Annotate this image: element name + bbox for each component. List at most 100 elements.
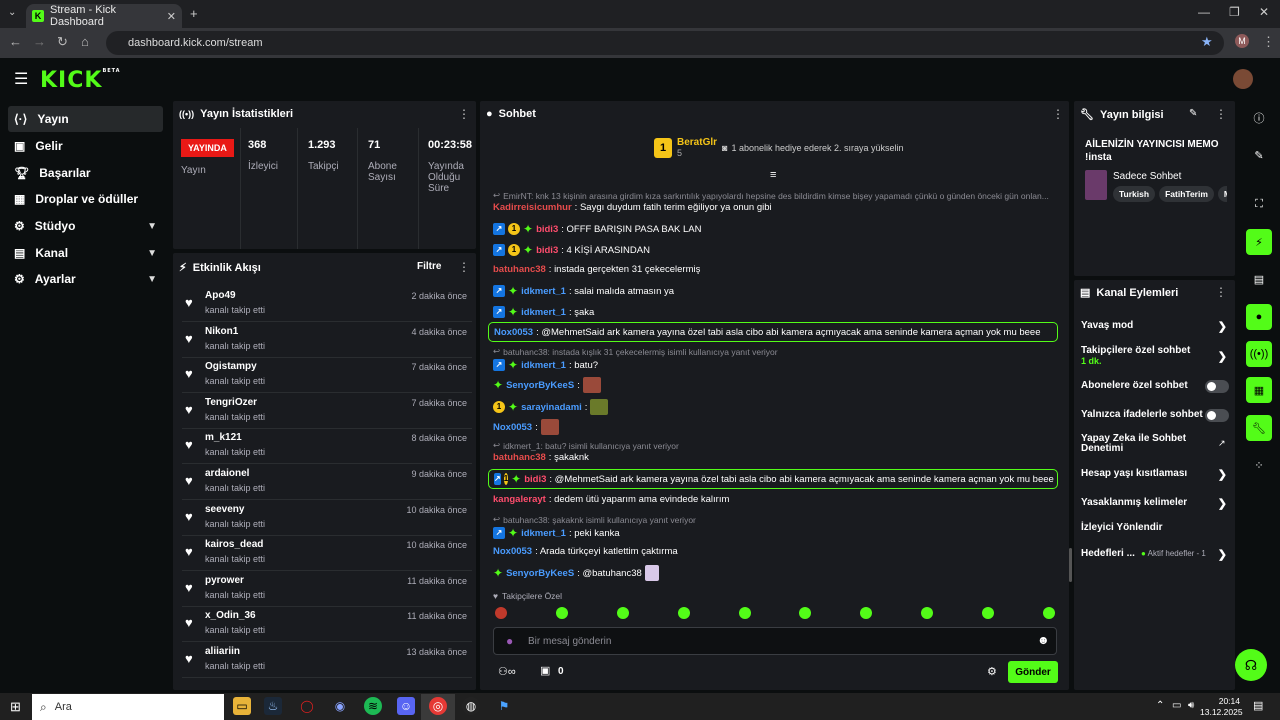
event-username[interactable]: ardaionel (205, 468, 249, 479)
subs-chat-action[interactable]: Abonelere özel sohbet (1081, 380, 1229, 393)
chat-username[interactable]: bidi3 (536, 224, 558, 235)
edit-icon[interactable]: ✎ (1241, 142, 1277, 168)
chat-username[interactable]: Nox0053 (493, 546, 532, 557)
activity-event[interactable]: ♥ x_Odin_36 kanalı takip etti 11 dakika önc… (182, 607, 472, 643)
activity-event[interactable]: ♥ TengriOzer kanalı takip etti 7 dakika önc… (182, 394, 472, 429)
event-username[interactable]: TengriOzer (205, 397, 257, 408)
emote-icon[interactable] (677, 607, 690, 619)
event-username[interactable]: Apo49 (205, 290, 236, 301)
minimize-icon[interactable]: — (1198, 5, 1210, 19)
share-icon[interactable]: ⁘ (1241, 452, 1277, 478)
viewer-redirect-action[interactable]: İzleyici Yönlendir (1081, 522, 1229, 533)
mic-icon[interactable]: ● (506, 634, 513, 648)
filter-button[interactable]: Filtre (417, 261, 441, 272)
emote-icon[interactable] (495, 607, 507, 619)
emote-icon[interactable] (555, 607, 568, 619)
chat-username[interactable]: SenyorByKeeS (506, 380, 574, 391)
info-icon[interactable]: ⓘ (1241, 105, 1277, 131)
chat-username[interactable]: idkmert_1 (521, 307, 566, 318)
opera-icon[interactable]: ◯ (298, 697, 316, 715)
nav-revenue[interactable]: ▣ Gelir (8, 133, 163, 159)
chat-username[interactable]: idkmert_1 (521, 528, 566, 539)
tab-search-icon[interactable]: ⌄ (8, 7, 16, 18)
stats-menu-icon[interactable]: ⋮ (458, 107, 470, 121)
nav-settings[interactable]: ⚙ Ayarlar ▼ (8, 266, 163, 292)
nav-drops[interactable]: ▦ Droplar ve ödüller (8, 186, 163, 212)
url-field[interactable]: dashboard.kick.com/stream (106, 31, 1224, 55)
user-avatar[interactable] (1233, 69, 1253, 89)
chat-username[interactable]: bidi3 (536, 245, 558, 256)
kick-logo[interactable]: KICKBETA (40, 68, 121, 93)
chat-rail-icon[interactable]: ● (1246, 304, 1272, 330)
app-icon[interactable]: ◉ (331, 697, 349, 715)
close-tab-icon[interactable]: ✕ (167, 10, 176, 23)
chrome-icon[interactable]: ◎ (429, 697, 447, 715)
back-icon[interactable]: ← (9, 34, 22, 49)
slow-mode-action[interactable]: Yavaş mod ❯ (1081, 320, 1229, 333)
close-window-icon[interactable]: ✕ (1259, 5, 1269, 19)
activity-event[interactable]: ♥ kairos_dead kanalı takip etti 10 dakika ö… (182, 536, 472, 572)
taskbar-search[interactable]: ⌕ Ara (32, 694, 224, 720)
volume-icon[interactable]: 🔊︎ (1188, 700, 1194, 711)
send-button[interactable]: Gönder (1008, 661, 1058, 683)
browser-tab[interactable]: K Stream - Kick Dashboard ✕ (26, 4, 182, 28)
emote-chat-action[interactable]: Yalnızca ifadelerle sohbet (1081, 409, 1229, 422)
emote-icon[interactable] (738, 607, 751, 619)
emote-icon[interactable] (921, 607, 934, 619)
edit-pencil-icon[interactable]: ✎ (1189, 108, 1197, 119)
spotify-icon[interactable]: ≋ (364, 697, 382, 715)
broadcast-rail-icon[interactable]: ((•)) (1246, 341, 1272, 367)
activity-event[interactable]: ♥ aliiariin kanalı takip etti 13 dakika önc… (182, 643, 472, 678)
network-icon[interactable]: ▭ (1172, 700, 1181, 711)
gift-box-icon[interactable]: ▣ (540, 664, 550, 677)
chat-username[interactable]: idkmert_1 (521, 360, 566, 371)
activity-menu-icon[interactable]: ⋮ (458, 260, 470, 274)
chat-menu-icon[interactable]: ⋮ (1052, 107, 1064, 121)
clock[interactable]: 20:14 13.12.2025 (1200, 696, 1243, 718)
reload-icon[interactable]: ↻ (57, 34, 68, 50)
external-link-icon[interactable]: ↗ (1218, 438, 1226, 449)
chat-username[interactable]: Nox0053 (494, 327, 533, 338)
nav-studio[interactable]: ⚙ Stüdyo ▼ (8, 213, 163, 239)
windows-start-icon[interactable]: ⊞ (10, 699, 21, 715)
tray-chevron-icon[interactable]: ⌃ (1156, 700, 1164, 711)
app-icon[interactable]: ⚑ (495, 697, 513, 715)
info-menu-icon[interactable]: ⋮ (1215, 107, 1227, 121)
activity-event[interactable]: ♥ seeveny kanalı takip etti 10 dakika önce (182, 501, 472, 536)
chat-username[interactable]: kangalerayt (493, 494, 546, 505)
tag[interactable]: FatihTerim (1159, 186, 1214, 202)
emote-icon[interactable] (799, 607, 812, 619)
bookmark-star-icon[interactable]: ★ (1201, 34, 1213, 50)
discord-icon[interactable]: ☺ (397, 697, 415, 715)
event-username[interactable]: x_Odin_36 (205, 610, 256, 621)
chat-username[interactable]: batuhanc38 (493, 264, 546, 275)
tools-rail-icon[interactable]: 🔧︎ (1246, 415, 1272, 441)
event-username[interactable]: kairos_dead (205, 539, 263, 550)
top-gifter[interactable]: 1 BeratGlr 5 (654, 137, 717, 158)
activity-event[interactable]: ♥ m_k121 kanalı takip etti 8 dakika önce (182, 429, 472, 465)
steam-icon[interactable]: ♨ (264, 697, 282, 715)
tag[interactable]: Turkish (1113, 186, 1156, 202)
chat-settings-gear-icon[interactable]: ⚙ (987, 665, 997, 678)
support-headset-icon[interactable]: ☊ (1235, 649, 1267, 681)
quick-actions-icon[interactable]: ⚡︎ (1246, 229, 1272, 255)
nav-achievements[interactable]: 🏆︎ Başarılar (8, 160, 163, 186)
emote-icon[interactable] (616, 607, 629, 619)
file-explorer-icon[interactable]: ▭ (233, 697, 251, 715)
ai-moderation-action[interactable]: Yapay Zeka ile Sohbet Denetimi (1081, 434, 1201, 454)
chat-username[interactable]: Kadirreisicumhur (493, 202, 572, 213)
chat-username[interactable]: Nox0053 (493, 422, 532, 433)
emoji-picker-icon[interactable]: ☻ (1037, 633, 1050, 647)
event-username[interactable]: seeveny (205, 504, 244, 515)
chat-username[interactable]: sarayinadami (521, 402, 582, 413)
screenshot-icon[interactable]: ⛶ (1241, 191, 1277, 217)
notes-icon[interactable]: ▤ (1241, 266, 1277, 292)
activity-event[interactable]: ♥ Ogistampy kanalı takip etti 7 dakika önce (182, 358, 472, 394)
notifications-icon[interactable]: ▤ (1253, 699, 1263, 712)
browser-menu-icon[interactable]: ⋮ (1262, 34, 1275, 50)
emote-icon[interactable] (982, 607, 994, 619)
tag[interactable]: M (1217, 186, 1227, 202)
home-icon[interactable]: ⌂ (81, 34, 89, 49)
chat-username[interactable]: batuhanc38 (493, 452, 546, 463)
nav-stream[interactable]: ⟨·⟩ Yayın (8, 106, 163, 132)
